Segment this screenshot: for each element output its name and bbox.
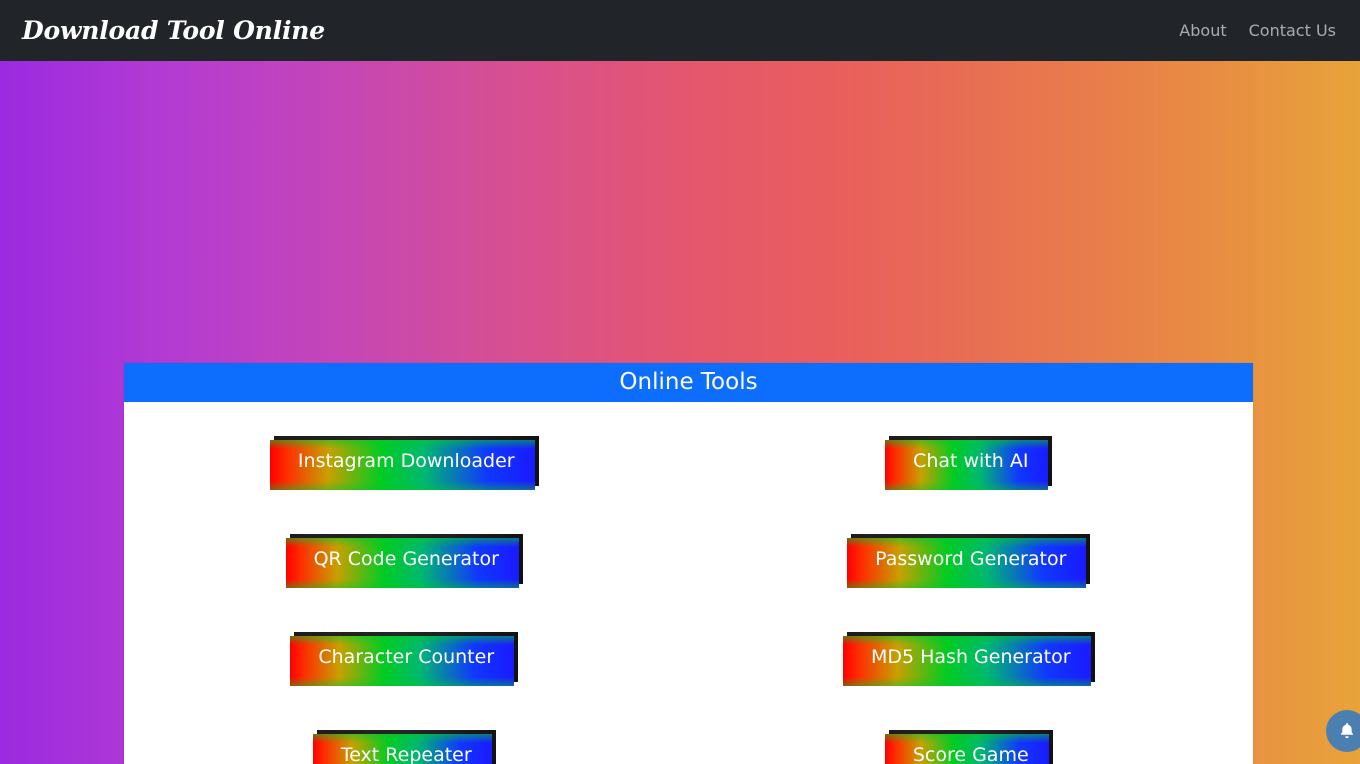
page-root: Download Tool Online About Contact Us On… <box>0 0 1360 764</box>
tool-cell: Instagram Downloader <box>124 428 689 494</box>
tool-button-md5-hash-generator[interactable]: MD5 Hash Generator <box>842 632 1095 686</box>
nav-link-about[interactable]: About <box>1179 21 1226 40</box>
online-tools-card: Online Tools Instagram Downloader Chat w… <box>124 363 1253 764</box>
navbar-links: About Contact Us <box>1179 21 1336 40</box>
tool-button-text-repeater[interactable]: Text Repeater <box>312 730 496 764</box>
tool-button-score-game[interactable]: Score Game <box>884 730 1053 764</box>
tool-cell: Character Counter <box>124 624 689 690</box>
card-header-title: Online Tools <box>124 363 1253 402</box>
site-brand-logo[interactable]: Download Tool Online <box>22 16 325 45</box>
nav-link-contact-us[interactable]: Contact Us <box>1249 21 1336 40</box>
card-body: Instagram Downloader Chat with AI QR Cod… <box>124 402 1253 764</box>
tool-button-password-generator[interactable]: Password Generator <box>847 534 1091 588</box>
tool-button-instagram-downloader[interactable]: Instagram Downloader <box>269 436 539 490</box>
tool-button-qr-code-generator[interactable]: QR Code Generator <box>285 534 523 588</box>
tool-cell: QR Code Generator <box>124 526 689 592</box>
bell-icon <box>1337 721 1357 741</box>
tool-cell: Text Repeater <box>124 722 689 764</box>
tool-cell: Password Generator <box>689 526 1254 592</box>
tool-button-chat-with-ai[interactable]: Chat with AI <box>885 436 1053 490</box>
tool-cell: Chat with AI <box>689 428 1254 494</box>
tool-cell: MD5 Hash Generator <box>689 624 1254 690</box>
tool-grid: Instagram Downloader Chat with AI QR Cod… <box>124 428 1253 764</box>
tool-button-character-counter[interactable]: Character Counter <box>290 632 519 686</box>
tool-cell: Score Game <box>689 722 1254 764</box>
top-navbar: Download Tool Online About Contact Us <box>0 0 1360 61</box>
notification-button[interactable] <box>1326 710 1360 752</box>
